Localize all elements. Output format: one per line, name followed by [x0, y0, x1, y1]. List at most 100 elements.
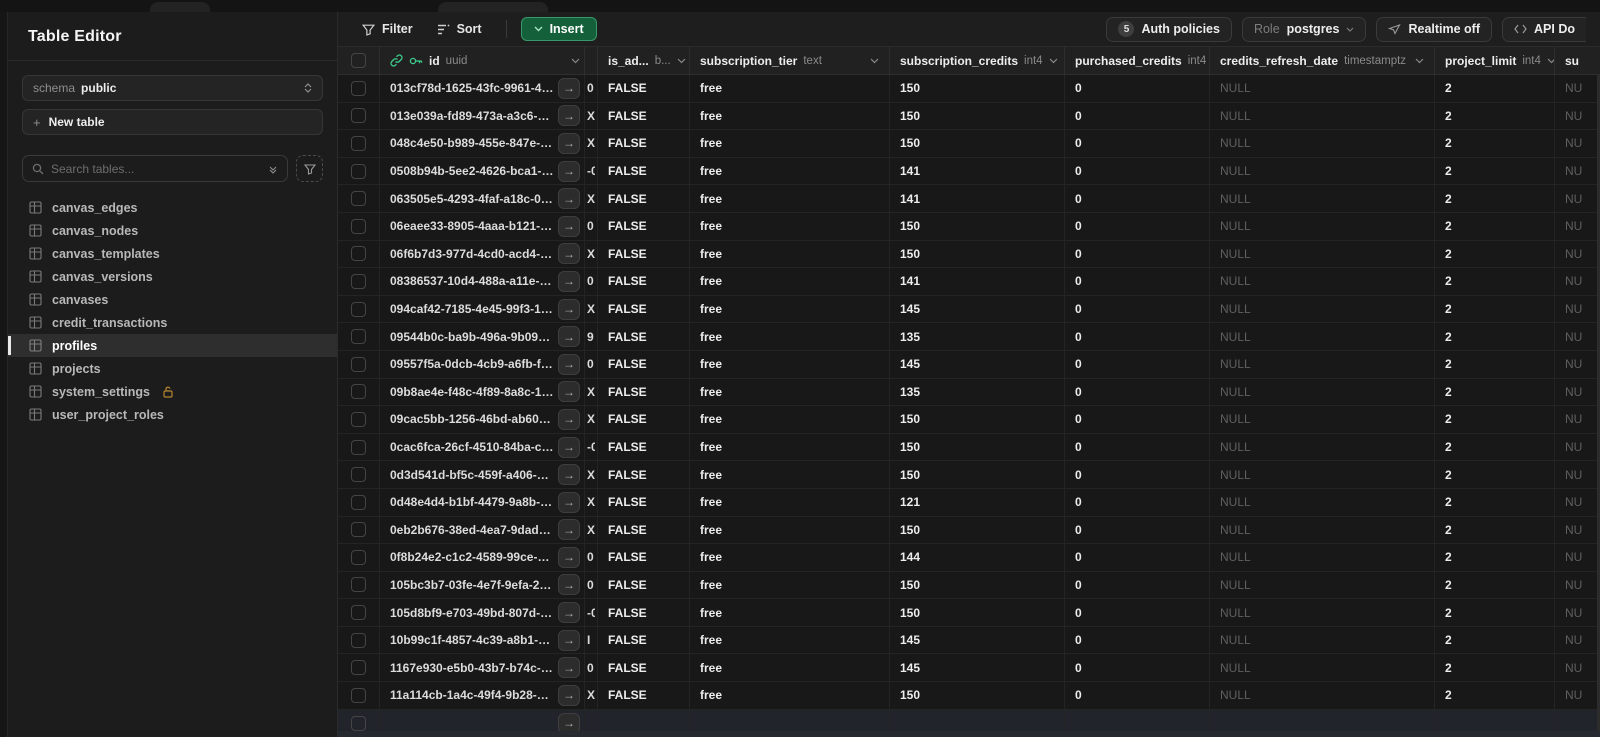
search-tables-input[interactable]: Search tables...	[22, 155, 288, 182]
cell-subscription-tier[interactable]: free	[700, 219, 722, 233]
cell-id[interactable]: 0eb2b676-38ed-4ea7-9dad-38e6...	[390, 523, 554, 537]
cell-subscription-credits[interactable]: 145	[900, 357, 920, 371]
expand-row-button[interactable]: →	[558, 491, 580, 513]
row-checkbox[interactable]	[351, 522, 366, 538]
row-checkbox[interactable]	[351, 687, 366, 703]
cell-credits-refresh-date[interactable]: NULL	[1220, 578, 1251, 592]
expand-row-button[interactable]: →	[558, 519, 580, 541]
cell-credits-refresh-date[interactable]: NULL	[1220, 385, 1251, 399]
cell-is-admin[interactable]: FALSE	[608, 550, 647, 564]
cell-truncated[interactable]: NU	[1565, 633, 1582, 647]
cell-subscription-credits[interactable]: 135	[900, 385, 920, 399]
row-checkbox[interactable]	[351, 356, 366, 372]
cell-id[interactable]: 063505e5-4293-4faf-a18c-0e65b...	[390, 192, 554, 206]
cell-project-limit[interactable]: 2	[1445, 468, 1452, 482]
cell-purchased-credits[interactable]: 0	[1075, 109, 1082, 123]
cell-project-limit[interactable]: 2	[1445, 523, 1452, 537]
cell-is-admin[interactable]: FALSE	[608, 219, 647, 233]
cell-project-limit[interactable]: 2	[1445, 81, 1452, 95]
cell-credits-refresh-date[interactable]: NULL	[1220, 81, 1251, 95]
cell-id[interactable]: 09544b0c-ba9b-496a-9b09-244...	[390, 330, 554, 344]
cell-subscription-credits[interactable]: 150	[900, 440, 920, 454]
cell-credits-refresh-date[interactable]: NULL	[1220, 192, 1251, 206]
row-checkbox[interactable]	[351, 632, 366, 648]
column-header-project-limit[interactable]: project_limit int4	[1435, 47, 1555, 74]
row-checkbox[interactable]	[351, 246, 366, 262]
cell-purchased-credits[interactable]: 0	[1075, 357, 1082, 371]
cell-id[interactable]: 08386537-10d4-488a-a11e-eb5a6...	[390, 274, 554, 288]
cell-is-admin[interactable]: FALSE	[608, 136, 647, 150]
expand-row-button[interactable]: →	[558, 105, 580, 127]
cell-credits-refresh-date[interactable]: NULL	[1220, 688, 1251, 702]
cell-truncated[interactable]: NU	[1565, 219, 1582, 233]
cell-subscription-tier[interactable]: free	[700, 688, 722, 702]
cell-purchased-credits[interactable]: 0	[1075, 219, 1082, 233]
cell-project-limit[interactable]: 2	[1445, 302, 1452, 316]
cell-subscription-credits[interactable]: 150	[900, 468, 920, 482]
cell-subscription-credits[interactable]: 150	[900, 578, 920, 592]
cell-purchased-credits[interactable]: 0	[1075, 468, 1082, 482]
cell-credits-refresh-date[interactable]: NULL	[1220, 357, 1251, 371]
cell-subscription-tier[interactable]: free	[700, 523, 722, 537]
cell-purchased-credits[interactable]: 0	[1075, 523, 1082, 537]
cell-credits-refresh-date[interactable]: NULL	[1220, 412, 1251, 426]
cell-subscription-credits[interactable]: 150	[900, 219, 920, 233]
cell-project-limit[interactable]: 2	[1445, 274, 1452, 288]
cell-is-admin[interactable]: FALSE	[608, 440, 647, 454]
row-checkbox[interactable]	[351, 494, 366, 510]
column-header-subscription-credits[interactable]: subscription_credits int4	[890, 47, 1065, 74]
cell-is-admin[interactable]: FALSE	[608, 247, 647, 261]
cell-project-limit[interactable]: 2	[1445, 385, 1452, 399]
cell-collapsed[interactable]: -0	[587, 606, 595, 620]
row-checkbox[interactable]	[351, 577, 366, 593]
expand-row-button[interactable]: →	[558, 353, 580, 375]
cell-id[interactable]: 09557f5a-0dcb-4cb9-a6fb-fff366...	[390, 357, 554, 371]
cell-subscription-tier[interactable]: free	[700, 164, 722, 178]
cell-purchased-credits[interactable]: 0	[1075, 330, 1082, 344]
cell-subscription-tier[interactable]: free	[700, 578, 722, 592]
cell-subscription-credits[interactable]: 150	[900, 688, 920, 702]
cell-subscription-credits[interactable]: 150	[900, 523, 920, 537]
cell-collapsed[interactable]: X	[587, 523, 595, 537]
expand-row-button[interactable]: →	[558, 381, 580, 403]
cell-project-limit[interactable]: 2	[1445, 247, 1452, 261]
filter-tables-button[interactable]	[296, 155, 323, 182]
cell-collapsed[interactable]: 0	[587, 357, 594, 371]
cell-project-limit[interactable]: 2	[1445, 633, 1452, 647]
cell-subscription-tier[interactable]: free	[700, 495, 722, 509]
cell-subscription-credits[interactable]: 145	[900, 302, 920, 316]
cell-is-admin[interactable]: FALSE	[608, 274, 647, 288]
cell-subscription-tier[interactable]: free	[700, 330, 722, 344]
cell-id[interactable]: 06eaee33-8905-4aaa-b121-ab552...	[390, 219, 554, 233]
cell-is-admin[interactable]: FALSE	[608, 578, 647, 592]
row-checkbox[interactable]	[351, 329, 366, 345]
cell-purchased-credits[interactable]: 0	[1075, 440, 1082, 454]
cell-truncated[interactable]: NU	[1565, 495, 1582, 509]
cell-subscription-tier[interactable]: free	[700, 136, 722, 150]
cell-purchased-credits[interactable]: 0	[1075, 247, 1082, 261]
cell-subscription-tier[interactable]: free	[700, 661, 722, 675]
cell-purchased-credits[interactable]: 0	[1075, 302, 1082, 316]
row-checkbox[interactable]	[351, 715, 366, 731]
cell-collapsed[interactable]: X	[587, 109, 595, 123]
schema-select[interactable]: schema public	[22, 75, 323, 101]
cell-truncated[interactable]: NU	[1565, 81, 1582, 95]
cell-is-admin[interactable]: FALSE	[608, 661, 647, 675]
cell-credits-refresh-date[interactable]: NULL	[1220, 468, 1251, 482]
cell-project-limit[interactable]: 2	[1445, 661, 1452, 675]
cell-subscription-credits[interactable]: 141	[900, 192, 920, 206]
cell-is-admin[interactable]: FALSE	[608, 688, 647, 702]
cell-id[interactable]: 0508b94b-5ee2-4626-bca1-4bca...	[390, 164, 554, 178]
cell-project-limit[interactable]: 2	[1445, 606, 1452, 620]
cell-credits-refresh-date[interactable]: NULL	[1220, 330, 1251, 344]
cell-purchased-credits[interactable]: 0	[1075, 550, 1082, 564]
cell-subscription-credits[interactable]: 135	[900, 330, 920, 344]
cell-collapsed[interactable]: 0	[587, 81, 594, 95]
cell-collapsed[interactable]: X	[587, 136, 595, 150]
cell-collapsed[interactable]: X	[587, 302, 595, 316]
cell-subscription-tier[interactable]: free	[700, 247, 722, 261]
cell-subscription-tier[interactable]: free	[700, 412, 722, 426]
cell-is-admin[interactable]: FALSE	[608, 412, 647, 426]
cell-collapsed[interactable]: -0	[587, 164, 595, 178]
cell-project-limit[interactable]: 2	[1445, 192, 1452, 206]
